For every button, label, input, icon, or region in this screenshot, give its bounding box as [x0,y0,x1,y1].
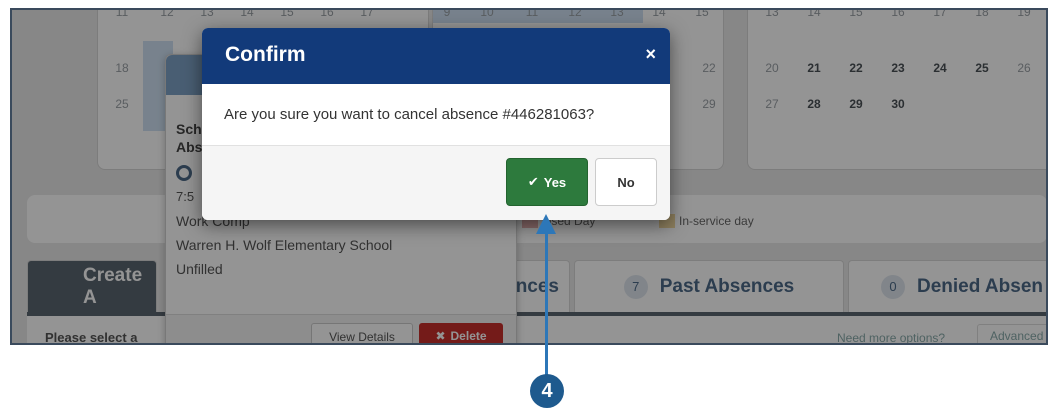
close-icon[interactable]: × [645,44,656,65]
dialog-body: Are you sure you want to cancel absence … [202,84,670,146]
callout-line [545,218,548,378]
checkmark-icon: ✔ [527,174,539,189]
no-button[interactable]: No [595,158,657,206]
dialog-message: Are you sure you want to cancel absence … [224,106,595,123]
dialog-footer: ✔ Yes No [202,146,670,220]
screenshot-frame: 11 12 13 14 15 16 17 18 25 9 10 11 12 13… [10,8,1048,345]
dialog-title: Confirm [225,43,306,66]
step-number-badge: 4 [530,374,564,408]
confirm-dialog: Confirm × Are you sure you want to cance… [202,28,670,220]
yes-button[interactable]: ✔ Yes [506,158,588,206]
dialog-header: Confirm × [202,28,670,84]
step-number: 4 [541,379,553,402]
no-label: No [617,174,635,190]
yes-label: Yes [543,174,567,190]
